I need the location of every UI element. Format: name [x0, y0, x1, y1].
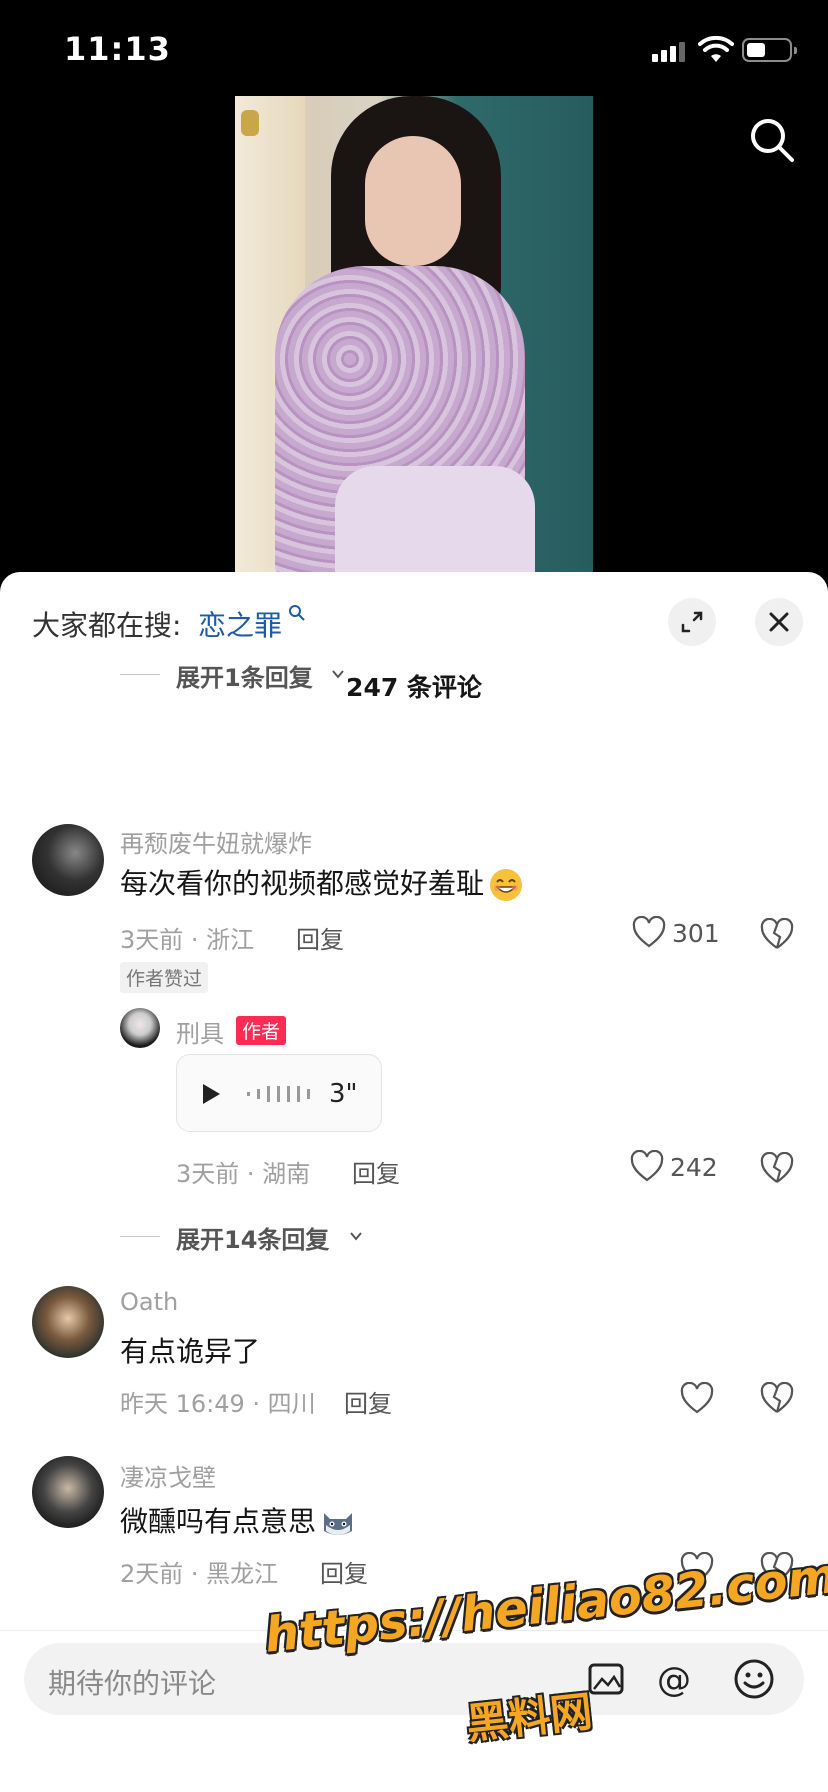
comment-meta: 昨天 16:49 · 四川: [120, 1390, 316, 1418]
reply-button[interactable]: 回复: [352, 1154, 400, 1189]
svg-text:@: @: [657, 1660, 691, 1700]
expand-replies-label: 展开1条回复: [176, 664, 313, 692]
comment-meta: 2天前 · 黑龙江: [120, 1560, 279, 1588]
battery-icon: [742, 38, 797, 62]
like-count: 242: [670, 1153, 718, 1182]
voice-message[interactable]: 3": [176, 1054, 382, 1132]
heart-icon: [630, 1150, 664, 1182]
panel-header: 大家都在搜: 恋之罪: [0, 572, 828, 662]
author-badge: 作者: [236, 1016, 287, 1045]
comment-text: 有点诡异了: [120, 1335, 261, 1368]
author-avatar[interactable]: [120, 1008, 160, 1048]
chevron-down-icon: [350, 1232, 362, 1241]
comment-username[interactable]: 凄凉戈壁: [120, 1458, 216, 1493]
play-icon: [203, 1084, 220, 1104]
heart-icon: [632, 916, 666, 948]
reply-meta: 3天前 · 湖南: [176, 1160, 311, 1188]
expand-replies-label: 展开14条回复: [176, 1226, 330, 1254]
comment-meta: 3天前 · 浙江: [120, 926, 255, 954]
reply-button[interactable]: 回复: [296, 920, 344, 955]
author-liked-badge: 作者赞过: [120, 962, 209, 993]
hot-search-prefix: 大家都在搜:: [32, 609, 182, 642]
divider-line: [120, 1236, 160, 1237]
reply-button[interactable]: 回复: [344, 1384, 392, 1419]
waveform-icon: [247, 1086, 310, 1102]
broken-heart-icon[interactable]: [760, 918, 794, 952]
reply-button[interactable]: 回复: [320, 1554, 368, 1589]
like-button[interactable]: 242: [630, 1150, 722, 1186]
comment-input[interactable]: 期待你的评论 @: [24, 1643, 804, 1715]
wifi-icon: [698, 36, 734, 62]
comment-text: 微醺吗有点意思: [120, 1500, 356, 1541]
expand-icon: [681, 611, 703, 633]
like-count: 301: [672, 919, 720, 948]
video-face: [365, 136, 461, 266]
broken-heart-icon[interactable]: [760, 1552, 794, 1586]
chevron-down-icon: [332, 670, 344, 679]
emoji-icon[interactable]: [732, 1657, 776, 1701]
divider-line: [120, 674, 160, 675]
comment-panel: 大家都在搜: 恋之罪 247 条评论 展开1条回复 再颓废牛妞就爆炸 每次看你的…: [0, 572, 828, 1792]
avatar[interactable]: [32, 1456, 104, 1528]
status-bar: 11:13: [0, 0, 828, 100]
close-panel-button[interactable]: [755, 598, 803, 646]
avatar[interactable]: [32, 824, 104, 896]
like-button[interactable]: 301: [632, 916, 724, 952]
comment-username[interactable]: Oath: [120, 1288, 178, 1316]
avatar[interactable]: [32, 1286, 104, 1358]
cellular-signal-icon: [652, 40, 688, 62]
expand-panel-button[interactable]: [668, 598, 716, 646]
hot-search-term[interactable]: 恋之罪: [198, 604, 282, 644]
status-time: 11:13: [64, 30, 171, 68]
comment-text: 每次看你的视频都感觉好羞耻: [120, 862, 524, 903]
at-mention-icon[interactable]: @: [652, 1657, 696, 1701]
video-player[interactable]: [235, 96, 593, 572]
broken-heart-icon[interactable]: [760, 1152, 794, 1186]
image-icon[interactable]: [584, 1657, 628, 1701]
small-search-icon: [289, 605, 305, 621]
comment-username[interactable]: 再颓废牛妞就爆炸: [120, 824, 312, 859]
comment-input-placeholder: 期待你的评论: [48, 1667, 217, 1700]
heart-icon[interactable]: [680, 1382, 714, 1416]
heart-icon[interactable]: [680, 1552, 714, 1586]
grin-emoji-icon: [490, 869, 523, 901]
voice-duration: 3": [329, 1079, 358, 1109]
comment-input-bar: 期待你的评论 @: [0, 1630, 828, 1792]
broken-heart-icon[interactable]: [760, 1382, 794, 1416]
video-lap: [335, 466, 535, 572]
reply-username[interactable]: 刑具: [176, 1014, 224, 1049]
close-icon: [769, 612, 789, 632]
search-icon[interactable]: [748, 116, 796, 164]
cat-emoji-icon: [324, 1513, 353, 1535]
